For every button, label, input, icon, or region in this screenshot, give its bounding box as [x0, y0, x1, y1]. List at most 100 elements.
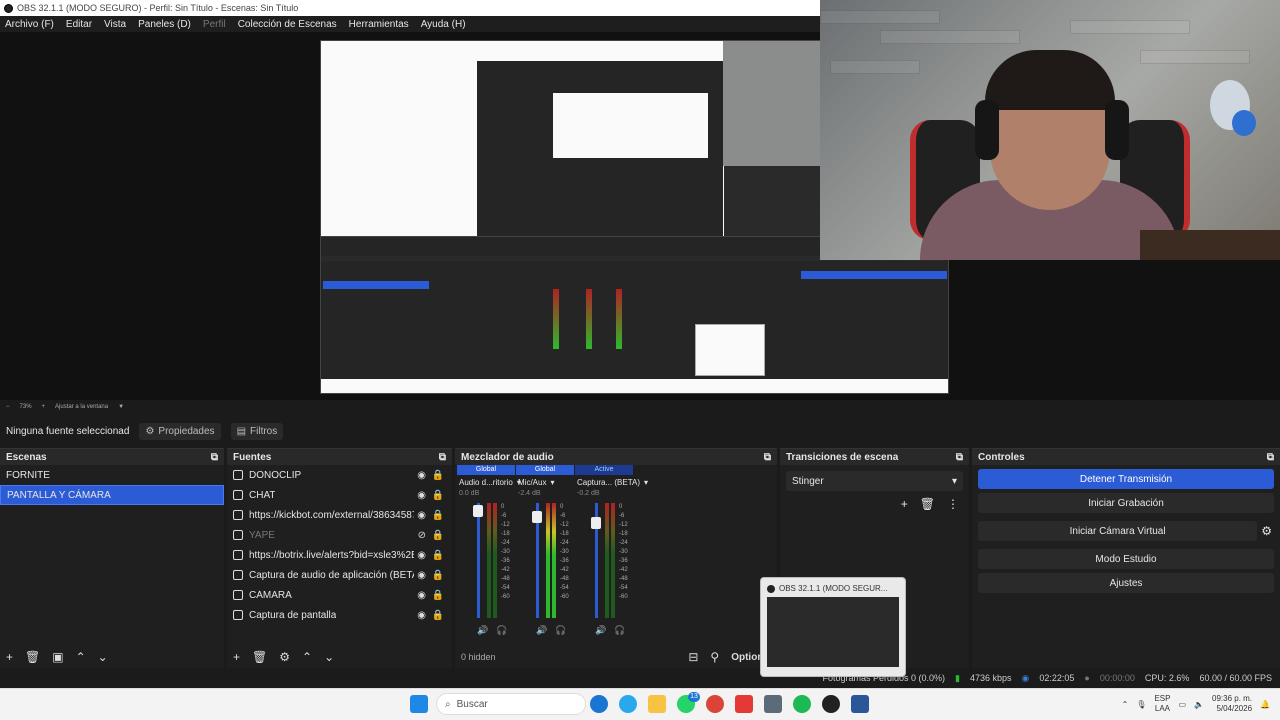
menu-paneles[interactable]: Paneles (D) — [138, 19, 191, 30]
transition-select[interactable]: Stinger ▾ — [786, 471, 963, 491]
text-app-icon[interactable] — [735, 695, 753, 713]
lock-icon[interactable]: 🔒 — [432, 590, 444, 601]
folder-icon[interactable] — [648, 695, 666, 713]
zoom-out-button[interactable]: − — [6, 404, 10, 410]
menu-editar[interactable]: Editar — [66, 19, 92, 30]
move-up-icon[interactable]: ⌃ — [302, 650, 312, 664]
menu-ayuda[interactable]: Ayuda (H) — [421, 19, 466, 30]
fader-knob[interactable] — [473, 505, 483, 517]
eye-icon[interactable]: ◉ — [417, 510, 426, 521]
menu-perfil[interactable]: Perfil — [203, 19, 226, 30]
properties-button[interactable]: ⚙ Propiedades — [139, 422, 221, 440]
menu-herramientas[interactable]: Herramientas — [349, 19, 409, 30]
more-icon[interactable]: ⋮ — [947, 497, 959, 511]
eye-icon[interactable]: ◉ — [417, 570, 426, 581]
source-item[interactable]: CHAT ◉ 🔒 — [227, 485, 452, 505]
channel-tab[interactable]: Global — [516, 465, 574, 475]
gear-icon[interactable]: ⚙ — [1261, 524, 1272, 538]
lock-icon[interactable]: 🔒 — [432, 570, 444, 581]
eye-icon[interactable]: ◉ — [417, 610, 426, 621]
telegram-icon[interactable] — [619, 695, 637, 713]
zoom-level[interactable]: 73% — [20, 404, 32, 410]
edge-icon[interactable] — [590, 695, 608, 713]
add-icon[interactable]: + — [233, 650, 240, 664]
fader-knob[interactable] — [532, 511, 542, 523]
stop-stream-button[interactable]: Detener Transmisión — [978, 469, 1274, 489]
source-item[interactable]: Captura de pantalla ◉ 🔒 — [227, 605, 452, 625]
headphone-icon[interactable]: 🎧 — [614, 625, 625, 636]
menu-coleccion-escenas[interactable]: Colección de Escenas — [238, 19, 337, 30]
link-icon[interactable]: ⚲ — [710, 650, 719, 664]
obs-taskbar-icon[interactable] — [822, 695, 840, 713]
studio-mode-button[interactable]: Modo Estudio — [978, 549, 1274, 569]
windows-start-icon[interactable] — [410, 695, 428, 713]
gear-icon[interactable]: ⚙ — [279, 650, 290, 664]
filters-button[interactable]: ▤ Filtros — [230, 422, 284, 440]
undock-icon[interactable]: ⧉ — [956, 452, 963, 463]
chrome-icon[interactable] — [706, 695, 724, 713]
eye-icon[interactable]: ◉ — [417, 470, 426, 481]
eye-hidden-icon[interactable]: ⊘ — [418, 530, 426, 541]
start-recording-button[interactable]: Iniciar Grabación — [978, 493, 1274, 513]
undock-icon[interactable]: ⧉ — [211, 452, 218, 463]
move-down-icon[interactable]: ⌄ — [324, 650, 334, 664]
fit-window[interactable]: Ajustar a la ventana — [55, 404, 108, 410]
source-item[interactable]: https://kickbot.com/external/3863458758 ◉… — [227, 505, 452, 525]
channel-name-row[interactable]: Captura... (BETA) ▾ — [575, 475, 648, 490]
channel-name-row[interactable]: Audio d...ritorio ▾ — [457, 475, 521, 490]
source-item[interactable]: https://botrix.live/alerts?bid=xsle3%2B9… — [227, 545, 452, 565]
undock-icon[interactable]: ⧉ — [1267, 452, 1274, 463]
channel-tab[interactable]: Active — [575, 465, 633, 475]
source-item[interactable]: YAPE ⊘ 🔒 — [227, 525, 452, 545]
fader-knob[interactable] — [591, 517, 601, 529]
source-item[interactable]: DONOCLIP ◉ 🔒 — [227, 465, 452, 485]
taskbar-search[interactable]: ⌕ Buscar — [436, 693, 586, 715]
menu-vista[interactable]: Vista — [104, 19, 126, 30]
headphone-icon[interactable]: 🎧 — [555, 625, 566, 636]
lock-icon[interactable]: 🔒 — [432, 510, 444, 521]
calculator-icon[interactable] — [764, 695, 782, 713]
channel-name-row[interactable]: Mic/Aux ▾ — [516, 475, 574, 490]
scene-item-selected[interactable]: PANTALLA Y CÁMARA — [0, 485, 224, 505]
eye-icon[interactable]: ◉ — [417, 550, 426, 561]
move-up-icon[interactable]: ⌃ — [76, 650, 86, 664]
language-indicator[interactable]: ESP LAA — [1154, 694, 1170, 714]
speaker-icon[interactable]: 🔊 — [595, 625, 606, 636]
add-icon[interactable]: + — [901, 497, 908, 511]
undock-icon[interactable]: ⧉ — [439, 452, 446, 463]
lock-icon[interactable]: 🔒 — [432, 610, 444, 621]
settings-button[interactable]: Ajustes — [978, 573, 1274, 593]
chevron-up-icon[interactable]: ⌃ — [1122, 700, 1129, 709]
menu-archivo[interactable]: Archivo (F) — [5, 19, 54, 30]
mic-icon[interactable]: 🎙 — [1136, 700, 1146, 709]
lock-icon[interactable]: 🔒 — [432, 530, 444, 541]
lock-icon[interactable]: 🔒 — [432, 550, 444, 561]
chevron-down-icon[interactable]: ▼ — [118, 404, 124, 410]
trash-icon[interactable]: 🗑 — [25, 650, 40, 664]
add-icon[interactable]: + — [6, 650, 13, 664]
layout-icon[interactable]: ⊟ — [688, 650, 698, 664]
spotify-icon[interactable] — [793, 695, 811, 713]
channel-tab[interactable]: Global — [457, 465, 515, 475]
move-down-icon[interactable]: ⌄ — [98, 650, 108, 664]
trash-icon[interactable]: 🗑 — [920, 497, 935, 511]
scene-item[interactable]: FORNITE — [0, 465, 224, 485]
word-icon[interactable] — [851, 695, 869, 713]
trash-icon[interactable]: 🗑 — [252, 650, 267, 664]
zoom-in-button[interactable]: + — [42, 404, 46, 410]
source-item[interactable]: CÁMARA ◉ 🔒 — [227, 585, 452, 605]
eye-icon[interactable]: ◉ — [417, 490, 426, 501]
lock-icon[interactable]: 🔒 — [432, 490, 444, 501]
volume-fader[interactable] — [477, 503, 480, 618]
speaker-icon[interactable]: 🔊 — [477, 625, 488, 636]
source-item[interactable]: Captura de audio de aplicación (BETA) ◉ 🔒 — [227, 565, 452, 585]
filter-icon[interactable]: ▣ — [52, 650, 63, 664]
taskbar-thumbnail[interactable]: OBS 32.1.1 (MODO SEGUR... — [760, 577, 906, 677]
eye-icon[interactable]: ◉ — [417, 590, 426, 601]
headphone-icon[interactable]: 🎧 — [496, 625, 507, 636]
virtual-camera-button[interactable]: Iniciar Cámara Virtual — [978, 521, 1258, 541]
clock[interactable]: 09:36 p. m. 5/04/2026 — [1212, 694, 1252, 714]
volume-icon[interactable]: 🔈 — [1194, 700, 1204, 709]
speaker-icon[interactable]: 🔊 — [536, 625, 547, 636]
notification-icon[interactable]: 🔔 — [1260, 700, 1270, 709]
